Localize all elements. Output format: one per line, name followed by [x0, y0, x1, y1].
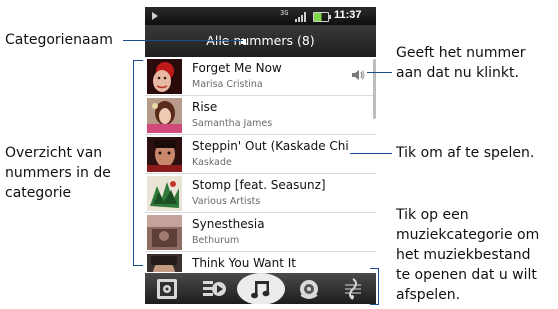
callout-category-name: Categorienaam: [5, 32, 113, 48]
song-artist: Marisa Cristina: [192, 79, 263, 90]
album-art: [147, 176, 182, 211]
song-list[interactable]: Forget Me Now Marisa Cristina Rise Saman…: [145, 57, 376, 272]
song-row[interactable]: Rise Samantha James: [145, 96, 376, 135]
status-bar: 3G 11:37: [145, 7, 376, 25]
callout-line-overview-bracket: [133, 60, 134, 265]
album-art: [147, 59, 182, 94]
speaker-icon: [352, 70, 365, 80]
album-art: [147, 98, 182, 133]
callout-tap-category: Tik op een muziekcategorie om het muziek…: [396, 207, 540, 303]
callout-line-tabs-bottom: [370, 304, 379, 305]
manual-illustration: 3G 11:37 Alle nummers (8) Forget Me Now …: [0, 0, 558, 309]
status-clock: 11:37: [334, 9, 362, 21]
song-title: Steppin' Out (Kaskade Chi: [192, 139, 349, 153]
callout-line-overview-bottom: [133, 265, 143, 266]
song-row[interactable]: Stomp [feat. Seasunz] Various Artists: [145, 174, 376, 213]
song-artist: Bethurum: [192, 235, 240, 246]
callout-line-category: [123, 40, 243, 41]
tab-artists[interactable]: [149, 273, 185, 304]
phone-screen: 3G 11:37 Alle nummers (8) Forget Me Now …: [145, 7, 376, 304]
tab-albums[interactable]: [195, 273, 231, 304]
song-row[interactable]: Forget Me Now Marisa Cristina: [145, 57, 376, 96]
album-art: [147, 254, 182, 272]
callout-line-overview-top: [133, 60, 143, 61]
list-scrollbar[interactable]: [373, 59, 376, 119]
callout-overview: Overzicht van nummers in de categorie: [5, 145, 111, 201]
signal-icon: [295, 12, 306, 22]
song-row[interactable]: Steppin' Out (Kaskade Chi Kaskade: [145, 135, 376, 174]
genre-icon: [345, 278, 361, 300]
album-art: [147, 137, 182, 172]
playlist-icon: [300, 280, 318, 299]
play-icon: [152, 12, 158, 20]
callout-line-tabs-bracket: [378, 268, 379, 305]
song-artist: Various Artists: [192, 196, 261, 207]
song-artist: Kaskade: [192, 157, 232, 168]
tab-playlists[interactable]: [291, 273, 327, 304]
song-title: Rise: [192, 100, 218, 114]
album-art: [147, 215, 182, 250]
song-row[interactable]: Think You Want It: [145, 252, 376, 272]
song-title: Synesthesia: [192, 217, 265, 231]
music-note-icon: [251, 281, 270, 299]
song-title: Think You Want It: [192, 256, 296, 270]
callout-now-playing: Geeft het nummer aan dat nu klinkt.: [396, 45, 526, 81]
callout-line-now-playing: [367, 72, 392, 73]
battery-icon: [313, 12, 331, 22]
tab-genres[interactable]: [335, 273, 371, 304]
callout-line-tap-to-play: [350, 153, 392, 154]
callout-line-tabs-top: [370, 268, 379, 269]
artist-icon: [157, 279, 177, 299]
song-title: Forget Me Now: [192, 61, 282, 75]
network-icon: 3G: [280, 9, 289, 17]
song-row[interactable]: Synesthesia Bethurum: [145, 213, 376, 252]
song-artist: Samantha James: [192, 118, 273, 129]
tab-songs[interactable]: [235, 273, 287, 304]
album-icon: [203, 281, 226, 296]
callout-tap-to-play: Tik om af te spelen.: [396, 145, 535, 161]
song-title: Stomp [feat. Seasunz]: [192, 178, 326, 192]
category-header: Alle nummers (8): [145, 25, 376, 57]
category-tab-bar: [145, 273, 376, 304]
